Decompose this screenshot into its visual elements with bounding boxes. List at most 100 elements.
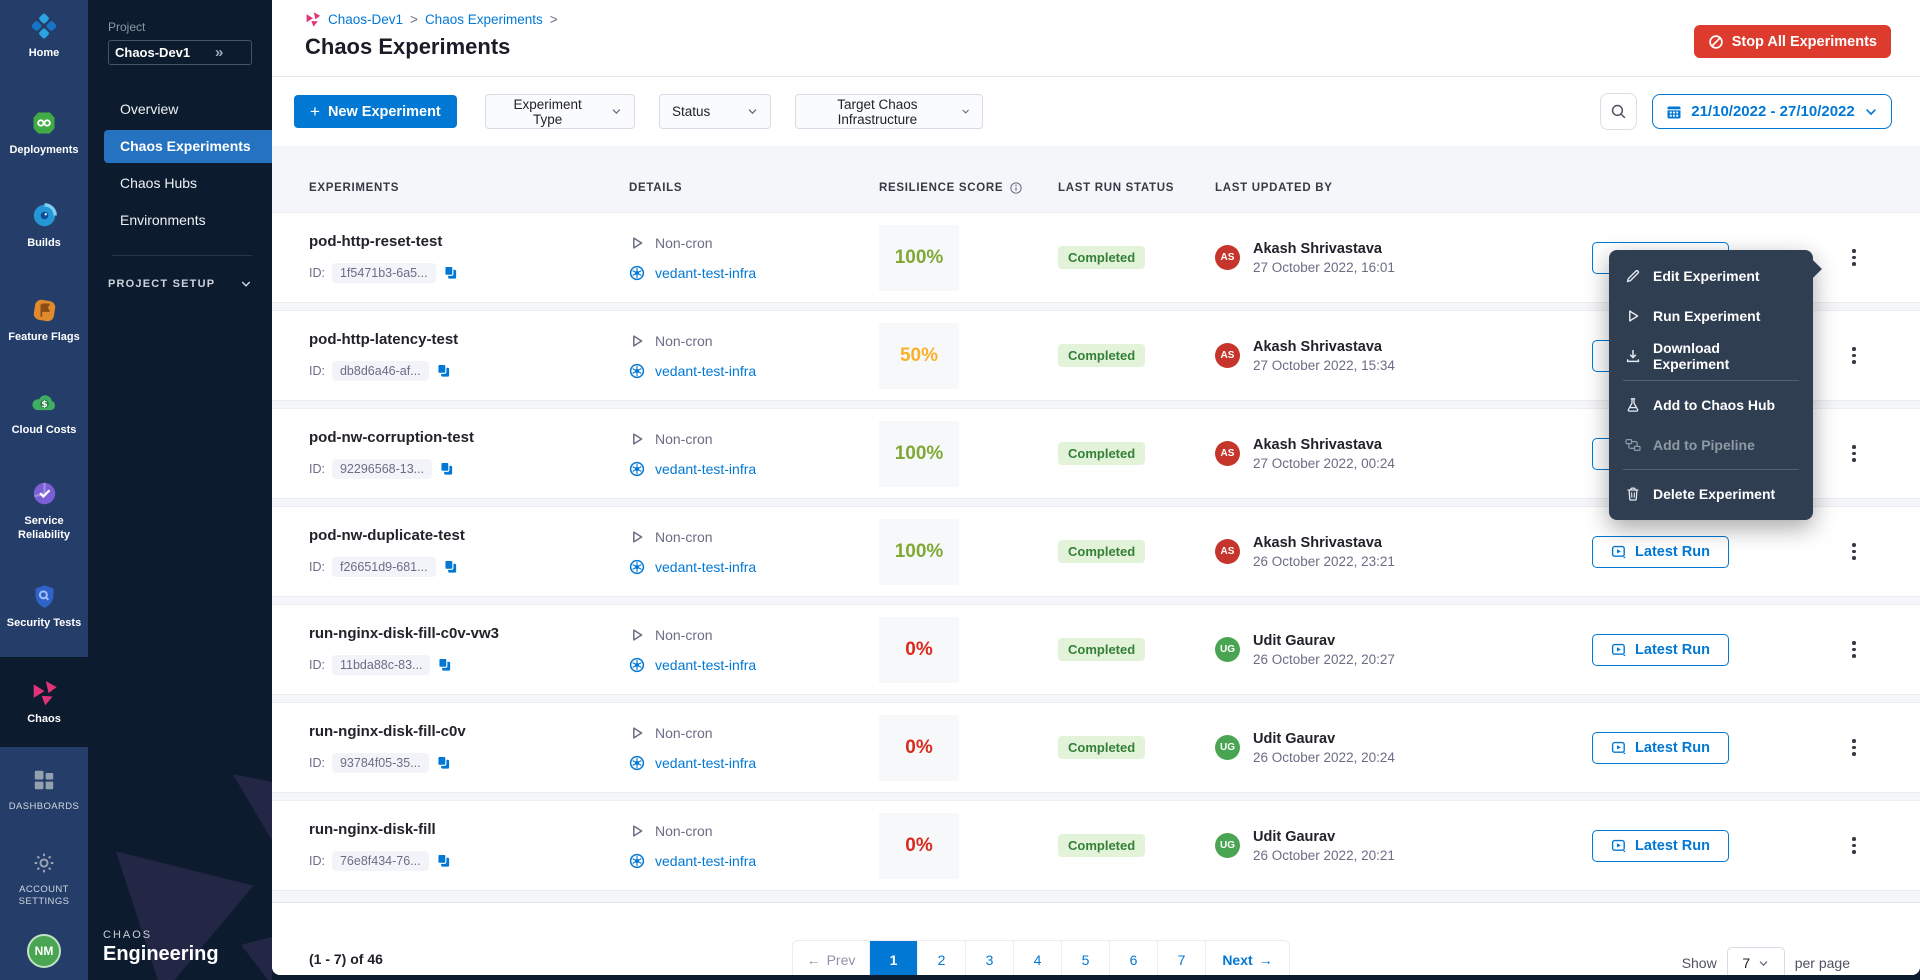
status-badge: Completed [1058,246,1145,269]
experiment-name[interactable]: pod-http-latency-test [309,331,629,348]
rail-item-deployments[interactable]: Deployments [0,97,88,168]
page-button-7[interactable]: 7 [1158,940,1206,975]
table-row[interactable]: run-nginx-disk-fill ID:76e8f434-76... No… [272,800,1920,891]
user-name: Udit Gaurav [1253,731,1395,747]
infrastructure-link[interactable]: vedant-test-infra [655,755,756,771]
search-button[interactable] [1600,93,1637,130]
prev-label: Prev [827,952,856,968]
latest-run-button[interactable]: Latest Run [1592,830,1729,862]
infrastructure-link[interactable]: vedant-test-infra [655,265,756,281]
table-row[interactable]: run-nginx-disk-fill-c0v ID:93784f05-35..… [272,702,1920,793]
infrastructure-link[interactable]: vedant-test-infra [655,363,756,379]
latest-run-button[interactable]: Latest Run [1592,732,1729,764]
chevron-down-icon [1758,958,1769,969]
page-size-select[interactable]: 7 [1727,947,1785,975]
menu-item-add-to-chaos-hub[interactable]: Add to Chaos Hub [1609,385,1813,425]
experiment-name[interactable]: pod-nw-corruption-test [309,429,629,446]
target-infrastructure-filter[interactable]: Target Chaos Infrastructure [795,94,983,129]
rail-item-dashboards[interactable]: DASHBOARDS [0,754,88,823]
rail-item-home[interactable]: Home [0,0,88,71]
row-menu-button[interactable] [1842,832,1866,860]
status-badge: Completed [1058,834,1145,857]
row-menu-button[interactable] [1842,440,1866,468]
page-button-4[interactable]: 4 [1014,940,1062,975]
rail-item-account-settings[interactable]: ACCOUNT SETTINGS [0,837,88,918]
menu-item-delete-experiment[interactable]: Delete Experiment [1609,474,1813,514]
sidebar-item-chaos-hubs[interactable]: Chaos Hubs [104,167,272,200]
page-button-3[interactable]: 3 [966,940,1014,975]
kubernetes-icon [629,755,645,771]
schedule-type: Non-cron [655,725,713,741]
copy-icon[interactable] [437,657,452,672]
page-button-1[interactable]: 1 [870,940,918,975]
status-filter[interactable]: Status [659,94,771,129]
infrastructure-link[interactable]: vedant-test-infra [655,461,756,477]
page-button-6[interactable]: 6 [1110,940,1158,975]
row-menu-button[interactable] [1842,342,1866,370]
infrastructure-link[interactable]: vedant-test-infra [655,657,756,673]
project-setup-toggle[interactable]: PROJECT SETUP [108,278,252,290]
latest-run-label: Latest Run [1635,740,1710,756]
breadcrumb-experiments-link[interactable]: Chaos Experiments [425,12,543,27]
experiment-name[interactable]: run-nginx-disk-fill-c0v-vw3 [309,625,629,642]
info-icon[interactable] [1009,181,1023,195]
row-menu-button[interactable] [1842,636,1866,664]
rail-item-builds[interactable]: Builds [0,190,88,261]
copy-icon[interactable] [443,559,458,574]
project-name-input[interactable] [115,45,215,60]
avatar: UG [1215,735,1240,760]
sidebar-item-chaos-experiments[interactable]: Chaos Experiments [104,130,272,163]
table-header: EXPERIMENTS DETAILS RESILIENCE SCORE LAS… [272,146,1920,212]
experiment-type-filter[interactable]: Experiment Type [485,94,635,129]
experiment-name[interactable]: run-nginx-disk-fill [309,821,629,838]
experiment-name[interactable]: pod-http-reset-test [309,233,629,250]
experiment-name[interactable]: run-nginx-disk-fill-c0v [309,723,629,740]
copy-icon[interactable] [436,755,451,770]
infrastructure-link[interactable]: vedant-test-infra [655,853,756,869]
rail-item-security-tests[interactable]: Security Tests [0,570,88,641]
column-label: RESILIENCE SCORE [879,182,1003,194]
page-button-5[interactable]: 5 [1062,940,1110,975]
trash-icon [1625,486,1641,502]
user-avatar[interactable]: NM [27,934,61,968]
row-menu-button[interactable] [1842,734,1866,762]
prev-page-button[interactable]: ← Prev [792,940,870,975]
row-menu-button[interactable] [1842,244,1866,272]
stop-all-experiments-button[interactable]: Stop All Experiments [1694,25,1891,58]
experiment-name[interactable]: pod-nw-duplicate-test [309,527,629,544]
latest-run-button[interactable]: Latest Run [1592,634,1729,666]
copy-icon[interactable] [436,363,451,378]
page-button-2[interactable]: 2 [918,940,966,975]
collapse-sidebar-icon[interactable]: » [215,44,223,61]
experiment-id: 93784f05-35... [332,753,429,773]
next-page-button[interactable]: Next → [1206,940,1290,975]
project-selector[interactable]: » [108,40,252,65]
date-range-picker[interactable]: 21/10/2022 - 27/10/2022 [1652,94,1892,129]
avatar: UG [1215,833,1240,858]
schedule-type: Non-cron [655,529,713,545]
row-menu-button[interactable] [1842,538,1866,566]
menu-item-edit-experiment[interactable]: Edit Experiment [1609,256,1813,296]
new-experiment-button[interactable]: + New Experiment [294,95,457,128]
menu-item-label: Delete Experiment [1653,486,1775,502]
breadcrumb-project-link[interactable]: Chaos-Dev1 [328,12,403,27]
new-experiment-label: New Experiment [328,104,441,120]
menu-item-run-experiment[interactable]: Run Experiment [1609,296,1813,336]
copy-icon[interactable] [443,265,458,280]
status-badge: Completed [1058,736,1145,759]
infrastructure-link[interactable]: vedant-test-infra [655,559,756,575]
latest-run-button[interactable]: Latest Run [1592,536,1729,568]
rail-item-service-reliability[interactable]: Service Reliability [0,468,88,553]
id-label: ID: [309,560,325,574]
table-row[interactable]: run-nginx-disk-fill-c0v-vw3 ID:11bda88c-… [272,604,1920,695]
rail-item-chaos[interactable]: Chaos [0,657,88,747]
rail-item-feature-flags[interactable]: Feature Flags [0,284,88,355]
sidebar-item-overview[interactable]: Overview [104,93,272,126]
page-size-control: Show 7 per page [1682,947,1850,975]
avatar: UG [1215,637,1240,662]
rail-item-cloud-costs[interactable]: Cloud Costs [0,377,88,448]
sidebar-item-environments[interactable]: Environments [104,204,272,237]
copy-icon[interactable] [436,853,451,868]
menu-item-download-experiment[interactable]: Download Experiment [1609,336,1813,376]
copy-icon[interactable] [439,461,454,476]
